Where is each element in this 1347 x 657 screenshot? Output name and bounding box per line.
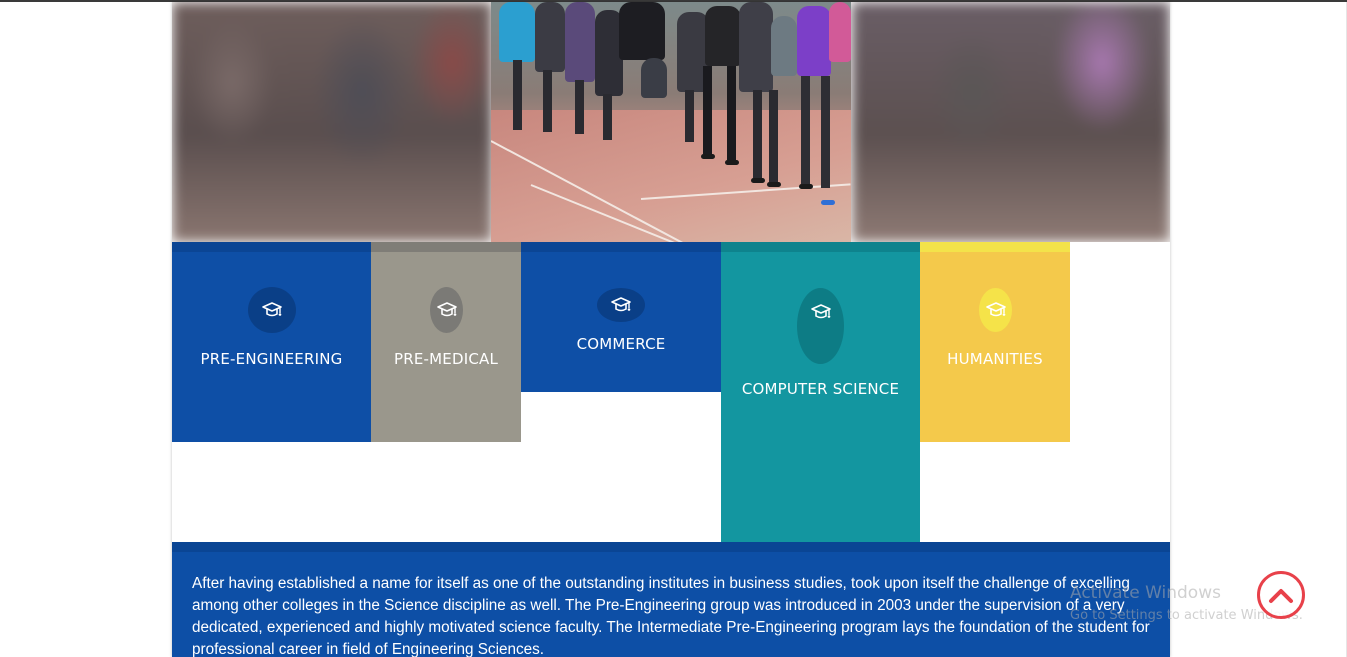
course-tile-pre-medical[interactable]: PRE-MEDICAL [371,242,521,442]
shoe [799,184,813,189]
athlete-leg [641,58,667,98]
leg [753,90,762,178]
graduation-cap-icon [430,287,463,333]
course-tile-humanities[interactable]: HUMANITIES [920,242,1070,442]
tile-accent-band [721,242,920,252]
leg [603,94,612,140]
shoe [821,200,835,205]
spectator [565,2,595,82]
scroll-to-top-button[interactable] [1257,571,1305,619]
course-label: HUMANITIES [947,350,1043,368]
tile-accent-band [172,242,371,252]
leg [575,80,584,134]
spectator [535,2,565,72]
leg [685,90,694,142]
leg [543,70,552,132]
shoe [701,154,715,159]
spectator [499,2,535,62]
leg [727,66,736,160]
spectator [771,16,797,76]
leg [801,76,810,184]
spectator [797,6,831,76]
shoe [751,178,765,183]
course-label: COMMERCE [576,335,666,353]
tile-accent-band [521,242,721,252]
leg [821,76,830,188]
leg [769,90,778,182]
hero-banner [172,2,1170,242]
course-description-panel: After having established a name for itse… [172,542,1170,657]
athletics-track-photo [491,2,851,242]
hero-blur-left [172,2,492,242]
graduation-cap-icon [979,288,1012,332]
activate-windows-title: Activate Windows [1070,583,1221,603]
leg [703,66,712,154]
course-tile-pre-engineering[interactable]: PRE-ENGINEERING [172,242,371,442]
leg [513,60,522,130]
graduation-cap-icon [797,288,844,364]
shoe [767,182,781,187]
panel-accent-band [172,542,1170,552]
graduation-cap-icon [248,287,296,333]
course-description-text: After having established a name for itse… [192,575,1150,657]
course-tile-computer-science[interactable]: COMPUTER SCIENCE [721,242,920,542]
spectator [739,2,773,92]
course-label: COMPUTER SCIENCE [741,380,900,398]
graduation-cap-icon [597,288,645,322]
tile-accent-band [371,242,521,252]
hero-blur-right [852,2,1170,242]
shoe [725,160,739,165]
tile-accent-band [920,242,1070,252]
page-container: PRE-ENGINEERING PRE-MEDICAL COMMERCE COM… [172,2,1170,657]
spectator [705,6,741,66]
jumping-athlete [619,2,665,60]
course-label: PRE-ENGINEERING [200,350,343,368]
spectator [829,2,851,62]
chevron-up-icon [1269,589,1293,603]
course-label: PRE-MEDICAL [393,350,499,368]
course-tile-commerce[interactable]: COMMERCE [521,242,721,392]
